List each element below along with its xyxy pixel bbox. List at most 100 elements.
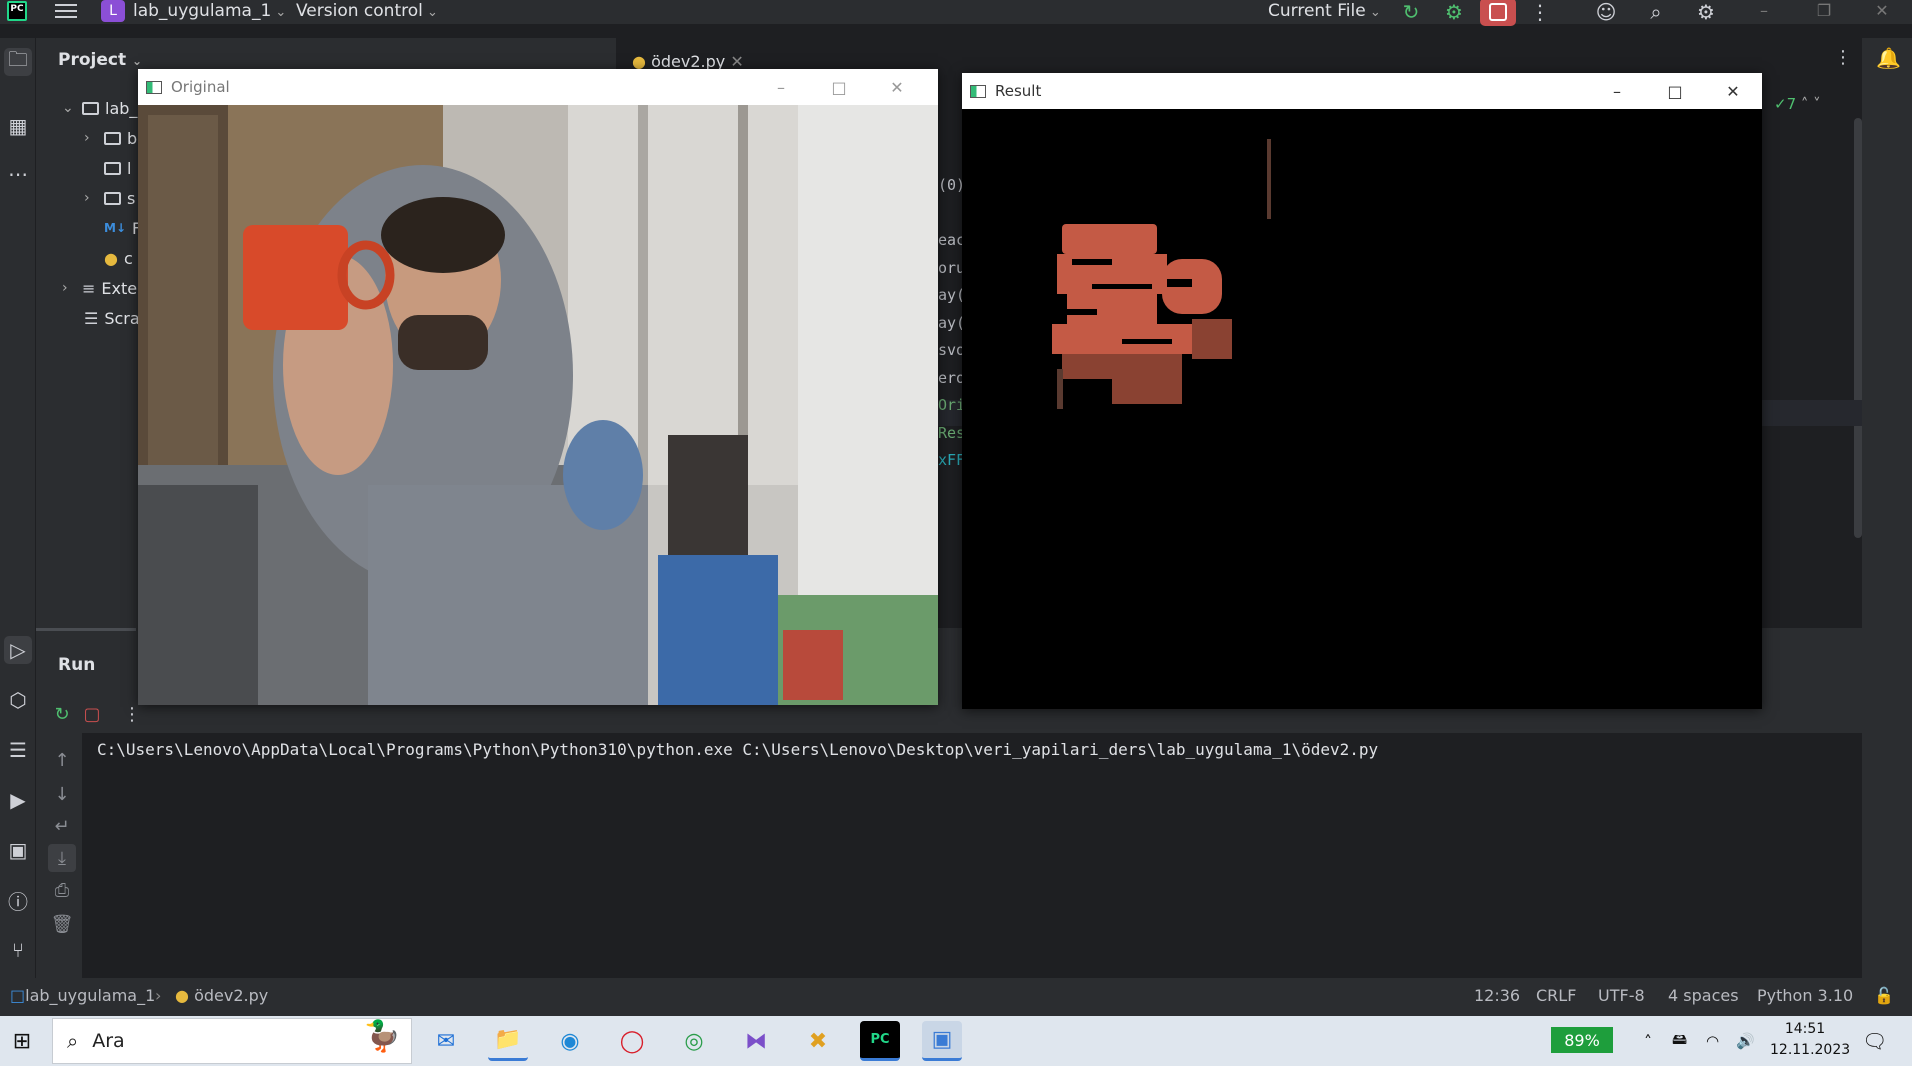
right-tool-strip: 🔔	[1862, 38, 1912, 978]
ide-restore-icon[interactable]: ❐	[1804, 0, 1844, 24]
rerun-icon[interactable]: ↻	[1398, 0, 1424, 24]
clear-all-icon[interactable]: 🗑	[48, 910, 76, 938]
search-icon: ⌕	[67, 1029, 79, 1053]
editor-scrollbar[interactable]	[1854, 118, 1862, 538]
tools-app-icon[interactable]: ✖	[798, 1021, 838, 1061]
webcam-frame-image	[138, 105, 938, 705]
window-app-icon	[146, 80, 162, 94]
chrome-browser-icon[interactable]: ◎	[674, 1021, 714, 1061]
breadcrumb-file[interactable]: ● ödev2.py	[175, 978, 268, 1016]
file-explorer-icon[interactable]: 📁	[488, 1021, 528, 1061]
windows-start-icon[interactable]: ⊞	[2, 1021, 42, 1061]
result-window[interactable]: Result – □ ✕	[962, 73, 1762, 709]
indent-setting[interactable]: 4 spaces	[1668, 978, 1739, 1016]
search-placeholder: Ara	[92, 1030, 125, 1052]
mail-icon[interactable]: ✉	[426, 1021, 466, 1061]
result-window-titlebar[interactable]: Result – □ ✕	[962, 73, 1762, 109]
maximize-icon[interactable]: □	[1646, 73, 1704, 109]
more-actions-icon[interactable]: ⋮	[1527, 0, 1553, 24]
library-icon: ≡	[82, 278, 96, 298]
problems-icon[interactable]: ⓘ	[4, 886, 32, 914]
edge-browser-icon[interactable]: ◉	[550, 1021, 590, 1061]
original-window[interactable]: Original – □ ✕	[138, 69, 938, 705]
python-console-icon[interactable]: ⬡	[4, 686, 32, 714]
panel-splitter[interactable]	[36, 628, 136, 631]
tree-item[interactable]: l	[84, 156, 131, 180]
run-console[interactable]: C:\Users\Lenovo\AppData\Local\Programs\P…	[82, 733, 1862, 978]
project-selector[interactable]: lab_uygulama_1	[133, 0, 286, 24]
search-highlight-duck-icon: 🦆	[363, 1019, 401, 1054]
ide-close-icon[interactable]: ✕	[1862, 0, 1902, 24]
wifi-icon[interactable]: ◠	[1706, 1016, 1719, 1066]
tray-overflow-icon[interactable]: ˄	[1644, 1016, 1652, 1066]
notification-center-icon[interactable]: 🗨	[1862, 1016, 1887, 1066]
run-configuration-selector[interactable]: Current File	[1268, 0, 1381, 24]
project-badge[interactable]: L	[101, 0, 125, 22]
battery-indicator[interactable]: 89%	[1551, 1027, 1613, 1053]
lock-icon[interactable]: 🔓	[1874, 978, 1894, 1016]
line-separator[interactable]: CRLF	[1536, 978, 1576, 1016]
stop-run-icon[interactable]: ▢	[78, 700, 106, 728]
structure-tool-icon[interactable]: ▦	[4, 112, 32, 140]
more-tools-icon[interactable]: ⋯	[4, 160, 32, 188]
tree-external-libraries[interactable]: › ≡ Exte	[62, 276, 137, 300]
terminal-icon[interactable]: ▣	[4, 836, 32, 864]
clock-time: 14:51	[1784, 1021, 1826, 1037]
scroll-to-end-icon[interactable]: ⤓	[48, 844, 76, 872]
notifications-icon[interactable]: 🔔	[1876, 46, 1901, 70]
close-icon[interactable]: ✕	[1704, 73, 1762, 109]
minimize-icon[interactable]: –	[752, 69, 810, 105]
tree-item-markdown[interactable]: M↓ F	[104, 216, 141, 240]
python-interpreter[interactable]: Python 3.10	[1757, 978, 1853, 1016]
tree-item-python[interactable]: ● c	[104, 246, 133, 270]
editor-more-icon[interactable]: ⋮	[1834, 47, 1852, 68]
version-control-menu[interactable]: Version control	[296, 0, 438, 24]
main-menu-icon[interactable]	[55, 0, 77, 22]
result-window-title: Result	[995, 82, 1042, 100]
minimize-icon[interactable]: –	[1588, 73, 1646, 109]
breadcrumb-project[interactable]: □lab_uygulama_1	[10, 978, 155, 1016]
settings-icon[interactable]: ⚙	[1693, 0, 1719, 24]
git-icon[interactable]: ⑂	[4, 936, 32, 964]
print-icon[interactable]: ⎙	[48, 876, 76, 904]
services-icon[interactable]: ▶	[4, 786, 32, 814]
run-tool-icon[interactable]: ▷	[4, 636, 32, 664]
python-window-taskbar-icon[interactable]: ▣	[922, 1021, 962, 1061]
ide-minimize-icon[interactable]: –	[1744, 0, 1784, 24]
rerun-icon[interactable]: ↻	[48, 700, 76, 728]
scroll-up-icon[interactable]: ↑	[48, 746, 76, 774]
clock[interactable]: 14:51 12.11.2023	[1770, 1019, 1851, 1061]
tree-root[interactable]: ⌄ lab_	[62, 96, 137, 120]
file-encoding[interactable]: UTF-8	[1598, 978, 1645, 1016]
soft-wrap-icon[interactable]: ↵	[48, 812, 76, 840]
tree-scratches[interactable]: ☰ Scra	[84, 306, 140, 330]
network-drive-icon[interactable]: 🖴	[1672, 1016, 1687, 1066]
clock-date: 12.11.2023	[1770, 1042, 1851, 1058]
close-icon[interactable]: ✕	[868, 69, 926, 105]
python-packages-icon[interactable]: ☰	[4, 736, 32, 764]
code-with-me-icon[interactable]: ☺	[1593, 0, 1619, 24]
search-icon[interactable]: ⌕	[1643, 0, 1669, 24]
visual-studio-icon[interactable]: ⧓	[736, 1021, 776, 1061]
project-panel-title[interactable]: Project ⌄	[58, 50, 142, 70]
project-tool-icon[interactable]: 🗀	[4, 47, 32, 76]
tree-item[interactable]: › s	[84, 186, 135, 210]
debug-icon[interactable]: ⚙	[1441, 0, 1467, 24]
python-file-icon: ●	[175, 986, 189, 1005]
stop-icon	[1489, 3, 1507, 21]
left-tool-strip: 🗀 ▦ ⋯ ▷ ⬡ ☰ ▶ ▣ ⓘ ⑂	[0, 38, 36, 978]
stop-button[interactable]	[1480, 0, 1516, 26]
tree-item[interactable]: › b	[84, 126, 137, 150]
python-file-icon: ●	[104, 248, 118, 268]
pycharm-taskbar-icon[interactable]: PC	[860, 1021, 900, 1061]
volume-icon[interactable]: 🔊	[1736, 1016, 1755, 1066]
maximize-icon[interactable]: □	[810, 69, 868, 105]
inspections-widget[interactable]: ✓7 ˄ ˅	[1774, 95, 1821, 113]
scroll-down-icon[interactable]: ↓	[48, 780, 76, 808]
taskbar-search-box[interactable]: ⌕ Ara 🦆	[52, 1018, 412, 1064]
run-panel-title[interactable]: Run	[58, 655, 95, 675]
opera-browser-icon[interactable]: ◯	[612, 1021, 652, 1061]
original-window-titlebar[interactable]: Original – □ ✕	[138, 69, 938, 105]
ide-title-bar: PC L lab_uygulama_1 Version control Curr…	[0, 0, 1912, 26]
caret-position[interactable]: 12:36	[1474, 978, 1520, 1016]
